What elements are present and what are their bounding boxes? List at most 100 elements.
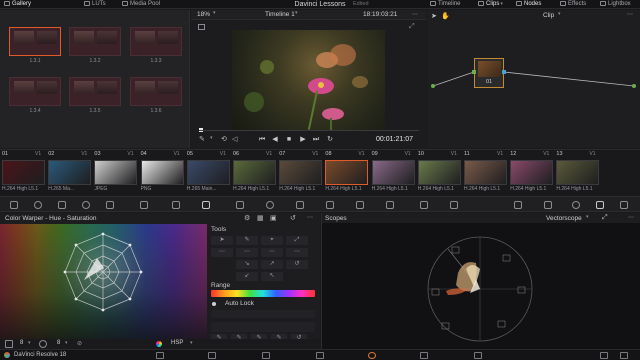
range-hue-bar[interactable] (211, 290, 315, 297)
expand-icon[interactable]: ▣ (270, 214, 277, 222)
pin-tool-button[interactable]: ⌖ (261, 236, 283, 245)
panel-layout-icon[interactable] (620, 201, 628, 209)
node-01[interactable]: 01 (472, 58, 506, 88)
deliver-page-icon[interactable] (474, 352, 482, 359)
tracker-icon[interactable] (266, 201, 274, 209)
color-warper-icon[interactable] (202, 201, 210, 209)
select-tool-button[interactable]: ➤ (211, 236, 233, 245)
clip-thumbnail[interactable] (325, 160, 369, 185)
media-pool-tab[interactable]: Media Pool (122, 0, 160, 9)
3d-icon[interactable] (420, 201, 428, 209)
gallery-still[interactable] (69, 27, 121, 56)
color-warper-icon[interactable]: ⚙ (244, 214, 250, 222)
chevron-down-icon[interactable]: ▾ (28, 340, 31, 346)
curves-icon[interactable] (140, 201, 148, 209)
more-options-icon[interactable]: ⋯ (628, 214, 634, 221)
timeline-tab[interactable]: Timeline (430, 0, 460, 9)
clip-thumbnail[interactable] (464, 160, 507, 185)
sizing-icon[interactable] (386, 201, 394, 209)
motion-effects-icon[interactable] (106, 201, 114, 209)
smooth-button[interactable]: ↘ (236, 260, 258, 269)
row-select-button[interactable]: ⋯ (236, 248, 258, 257)
chevron-down-icon[interactable]: ▾ (295, 10, 298, 16)
viewer-fullscreen-icon[interactable]: ⤢ (409, 23, 415, 31)
adjust-fields[interactable] (211, 322, 315, 332)
more-options-icon[interactable]: ⋯ (412, 11, 418, 18)
clip-thumbnail[interactable] (279, 160, 323, 185)
play-reverse-icon[interactable]: ◀ (271, 136, 279, 144)
hdr-icon[interactable] (82, 201, 90, 209)
power-window-icon[interactable] (236, 201, 244, 209)
clip-thumbnail[interactable] (556, 160, 600, 185)
zoom-level[interactable]: 18% (197, 11, 210, 18)
gallery-still[interactable] (130, 77, 182, 106)
timeline-name[interactable]: Timeline 1 (265, 11, 295, 18)
chevron-down-icon[interactable]: ▾ (190, 340, 193, 346)
camera-raw-icon[interactable] (10, 201, 18, 209)
edit-page-icon[interactable] (262, 352, 270, 359)
clip-thumbnail[interactable] (186, 160, 230, 185)
skip-end-icon[interactable]: ⏭ (312, 136, 320, 144)
rgb-mixer-icon[interactable] (58, 201, 66, 209)
gallery-still[interactable] (9, 27, 61, 56)
media-page-icon[interactable] (156, 352, 164, 359)
wave-icon[interactable] (572, 201, 580, 209)
viewer-mode-icon[interactable] (198, 24, 205, 30)
pen-tool-button[interactable]: ✎ (236, 236, 258, 245)
clip-thumbnail[interactable] (140, 160, 184, 185)
gallery-tab[interactable]: Gallery (4, 0, 31, 9)
auto-lock-radio[interactable] (212, 302, 216, 306)
keyframes-icon[interactable] (544, 201, 552, 209)
chevron-down-icon[interactable]: ▾ (586, 214, 589, 220)
fairlight-page-icon[interactable] (420, 352, 428, 359)
stereo-icon[interactable] (450, 201, 458, 209)
lightbox-tab[interactable]: Lightbox (600, 0, 631, 9)
grid-count-a[interactable]: 8 (20, 340, 23, 346)
clips-tab[interactable]: Clips▾ (478, 0, 503, 9)
grid-select-button[interactable]: ⋯ (211, 248, 233, 257)
blur-icon[interactable] (326, 201, 334, 209)
clip-thumbnail[interactable] (233, 160, 276, 185)
volume-icon[interactable]: ◁ (232, 135, 237, 143)
fusion-page-icon[interactable] (316, 352, 324, 359)
luts-tab[interactable]: LUTs (84, 0, 106, 9)
expand-tool-button[interactable]: ⤢ (286, 236, 308, 245)
clip-thumbnail[interactable] (417, 160, 461, 185)
loop-playback-icon[interactable]: ↻ (326, 136, 334, 144)
settings-icon[interactable] (620, 352, 628, 359)
effects-tab[interactable]: Effects (560, 0, 586, 9)
qualifier-icon[interactable] (172, 201, 180, 209)
key-icon[interactable] (356, 201, 364, 209)
play-icon[interactable]: ▶ (299, 136, 307, 144)
grow-button[interactable]: ↙ (236, 272, 258, 281)
clip-thumbnail[interactable] (371, 160, 415, 185)
nodes-tab[interactable]: Nodes (516, 0, 541, 9)
color-page-icon[interactable] (368, 352, 376, 359)
clip-thumbnail[interactable] (510, 160, 554, 185)
grid-count-b[interactable]: 8 (57, 340, 60, 346)
clip-thumbnail[interactable] (94, 160, 138, 185)
clip-thumbnail[interactable] (2, 160, 45, 185)
chevron-down-icon[interactable]: ▾ (65, 340, 68, 346)
stop-icon[interactable]: ■ (285, 136, 293, 144)
scopes-icon[interactable] (596, 201, 604, 209)
info-icon[interactable] (514, 201, 522, 209)
gallery-still[interactable] (69, 77, 121, 106)
color-picker-icon[interactable]: ✎ (199, 135, 205, 143)
loop-icon[interactable]: ⟲ (221, 135, 227, 143)
clip-thumbnail[interactable] (48, 160, 92, 185)
magic-mask-icon[interactable] (296, 201, 304, 209)
invert-select-button[interactable]: ⋯ (286, 248, 308, 257)
scope-type-select[interactable]: Vectorscope (546, 215, 582, 222)
reset-tool-button[interactable]: ↺ (286, 260, 308, 269)
pin-all-button[interactable]: ↗ (261, 260, 283, 269)
column-select-button[interactable]: ⋯ (261, 248, 283, 257)
cut-page-icon[interactable] (208, 352, 216, 359)
grid-icon[interactable]: ▦ (257, 214, 264, 222)
gallery-still[interactable] (130, 27, 182, 56)
hue-saturation-grid[interactable] (0, 224, 207, 339)
chevron-down-icon[interactable]: ▾ (213, 10, 216, 16)
chevron-down-icon[interactable]: ▾ (210, 135, 213, 141)
color-model-select[interactable]: HSP (171, 340, 183, 346)
shrink-button[interactable]: ↖ (261, 272, 283, 281)
